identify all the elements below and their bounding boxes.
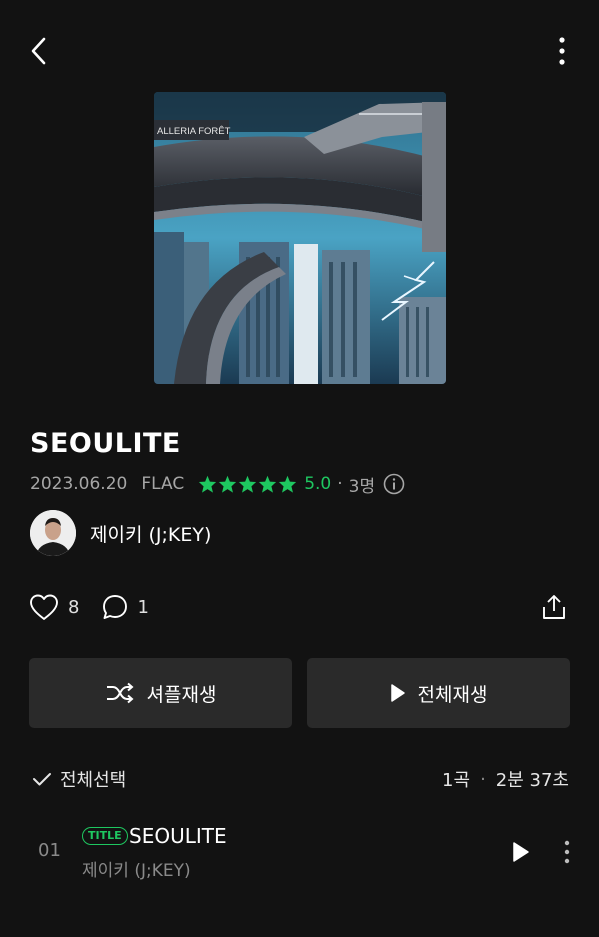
artist-name: 제이키 (J;KEY) — [90, 523, 212, 546]
rating-stars[interactable] — [198, 475, 298, 493]
track-row[interactable]: 01 TITLE SEOULITE 제이키 (J;KEY) — [0, 818, 599, 886]
star-icon — [239, 475, 257, 493]
track-title: SEOULITE — [129, 824, 227, 848]
track-summary: 1곡 · 2분 37초 — [442, 764, 569, 794]
shuffle-icon — [106, 682, 134, 704]
play-icon — [390, 684, 405, 702]
comment-count: 1 — [137, 596, 149, 618]
select-all-label: 전체선택 — [60, 770, 127, 791]
share-icon — [543, 595, 565, 619]
star-icon — [279, 475, 297, 493]
play-icon — [513, 842, 529, 862]
share-button[interactable] — [539, 590, 569, 624]
info-icon[interactable] — [383, 473, 405, 495]
comment-button[interactable]: 1 — [101, 593, 149, 621]
action-row: 8 1 — [28, 590, 171, 624]
release-date: 2023.06.20 — [30, 474, 128, 494]
chevron-left-icon — [31, 37, 46, 65]
like-count: 8 — [68, 596, 80, 618]
svg-text:ALLERIA FORÊT: ALLERIA FORÊT — [157, 126, 231, 137]
more-vertical-icon — [559, 37, 565, 65]
star-icon — [199, 475, 217, 493]
back-button[interactable] — [24, 34, 52, 68]
check-icon — [33, 773, 51, 786]
track-play-button[interactable] — [508, 838, 534, 866]
more-options-button[interactable] — [547, 34, 577, 68]
track-artist: 제이키 (J;KEY) — [82, 861, 191, 881]
track-number: 01 — [38, 840, 61, 861]
comment-icon — [103, 595, 128, 619]
top-bar — [0, 0, 599, 100]
artist-row[interactable]: 제이키 (J;KEY) — [30, 510, 211, 556]
star-icon — [219, 475, 237, 493]
album-title: SEOULITE — [30, 428, 181, 459]
star-icon — [259, 475, 277, 493]
track-more-button[interactable] — [557, 838, 577, 866]
select-all-toggle[interactable]: 전체선택 — [32, 764, 126, 794]
like-button[interactable]: 8 — [28, 593, 79, 621]
play-all-button[interactable]: 전체재생 — [307, 658, 570, 728]
separator-dot: · — [337, 474, 343, 494]
play-all-label: 전체재생 — [417, 683, 488, 706]
separator-dot: · — [480, 768, 486, 790]
title-track-badge: TITLE — [82, 827, 128, 845]
total-duration: 2분 37초 — [495, 770, 569, 791]
artist-avatar — [30, 510, 76, 556]
shuffle-play-label: 셔플재생 — [146, 683, 217, 706]
album-cover[interactable]: ALLERIA FORÊT — [154, 92, 446, 384]
album-meta: 2023.06.20 FLAC 5.0 · 3명 — [30, 472, 405, 497]
shuffle-play-button[interactable]: 셔플재생 — [29, 658, 292, 728]
rating-count: 3명 — [348, 476, 376, 497]
track-count: 1곡 — [442, 770, 471, 791]
audio-format: FLAC — [141, 474, 185, 494]
rating-score: 5.0 — [304, 474, 332, 494]
more-vertical-icon — [564, 840, 570, 864]
heart-icon — [30, 594, 58, 620]
